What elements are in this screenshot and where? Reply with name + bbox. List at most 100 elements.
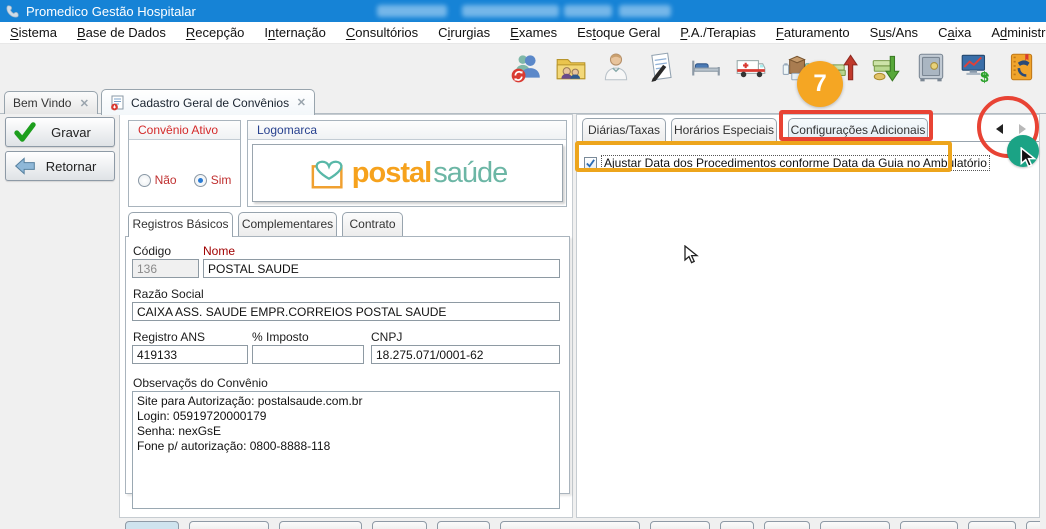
sync-users-icon[interactable] xyxy=(506,47,546,87)
doctor-icon[interactable] xyxy=(596,47,636,87)
bottom-tab[interactable] xyxy=(764,521,810,529)
brand-postal: postal xyxy=(351,156,432,189)
convenio-ativo-title: Convênio Ativo xyxy=(129,121,240,140)
close-icon[interactable] xyxy=(80,97,89,110)
toolbar: $ xyxy=(0,44,1046,89)
app-root: { "titlebar": { "title": "Promedico Gest… xyxy=(0,0,1046,529)
gravar-label: Gravar xyxy=(51,124,91,140)
bottom-tab[interactable] xyxy=(125,521,179,529)
imposto-field[interactable] xyxy=(252,345,364,364)
convenio-form-panel: Convênio Ativo Não Sim Logomarca postal s… xyxy=(119,114,573,518)
menu-item-sistema[interactable]: Sistema xyxy=(0,23,67,42)
nome-field[interactable] xyxy=(203,259,560,278)
radio-sim-label: Sim xyxy=(210,173,232,187)
hospital-bed-icon[interactable] xyxy=(686,47,726,87)
titlebar: Promedico Gestão Hospitalar xyxy=(0,0,1046,22)
ajustar-data-row: Ajustar Data dos Procedimentos conforme … xyxy=(584,155,990,171)
radio-nao-label: Não xyxy=(154,173,177,187)
retornar-label: Retornar xyxy=(45,158,97,174)
tab-configuracoes-adicionais[interactable]: Configurações Adicionais xyxy=(788,118,928,143)
radio-sim[interactable]: Sim xyxy=(193,173,232,187)
close-icon[interactable] xyxy=(297,96,306,109)
menu-item-cirurgias[interactable]: Cirurgias xyxy=(428,23,500,42)
bottom-tab[interactable] xyxy=(437,521,490,529)
tab-registros-basicos[interactable]: Registros Básicos xyxy=(128,212,233,237)
redacted-text xyxy=(377,5,447,17)
observacoes-field[interactable]: Site para Autorização: postalsaude.com.b… xyxy=(132,391,560,509)
logomarca-groupbox: Logomarca postal saúde xyxy=(247,120,567,207)
registro-ans-field[interactable] xyxy=(132,345,248,364)
prescription-icon[interactable] xyxy=(641,47,681,87)
tab-diarias-taxas[interactable]: Diárias/Taxas xyxy=(582,118,666,142)
retornar-button[interactable]: Retornar xyxy=(5,151,115,181)
redacted-text xyxy=(619,5,671,17)
radio-sim-circle[interactable] xyxy=(193,173,207,187)
menu-item-consult-rios[interactable]: Consultórios xyxy=(336,23,428,42)
menu-item-p-a-terapias[interactable]: P.A./Terapias xyxy=(670,23,766,42)
safe-icon[interactable] xyxy=(911,47,951,87)
radio-nao[interactable]: Não xyxy=(137,173,177,187)
redacted-text xyxy=(462,5,559,17)
convenio-ativo-groupbox: Convênio Ativo Não Sim xyxy=(128,120,241,207)
svg-text:$: $ xyxy=(980,69,989,83)
pharmacy-supplies-icon[interactable] xyxy=(776,47,816,87)
ambulance-icon[interactable] xyxy=(731,47,771,87)
razao-social-label: Razão Social xyxy=(133,287,204,301)
bottom-tab[interactable] xyxy=(720,521,754,529)
nome-label: Nome xyxy=(203,244,236,258)
codigo-field xyxy=(132,259,199,278)
bottom-tab[interactable] xyxy=(968,521,1016,529)
payables-down-icon[interactable] xyxy=(866,47,906,87)
bottom-tab[interactable] xyxy=(820,521,890,529)
tab-horarios-especiais[interactable]: Horários Especiais xyxy=(671,118,777,142)
revenue-up-icon[interactable] xyxy=(821,47,861,87)
cnpj-label: CNPJ xyxy=(371,330,403,344)
gravar-button[interactable]: Gravar xyxy=(5,117,115,147)
bottom-tab[interactable] xyxy=(372,521,427,529)
tab-scroll-left-icon[interactable] xyxy=(996,124,1003,134)
menu-item-faturamento[interactable]: Faturamento xyxy=(766,23,860,42)
menu-item-recep-o[interactable]: Recepção xyxy=(176,23,255,42)
tab-complementares[interactable]: Complementares xyxy=(238,212,337,236)
patients-folder-icon[interactable] xyxy=(551,47,591,87)
menu-item-interna-o[interactable]: Internação xyxy=(254,23,335,42)
tab-cadastro-geral-de-convenios[interactable]: Cadastro Geral de Convênios xyxy=(101,89,315,115)
menu-item-exames[interactable]: Exames xyxy=(500,23,567,42)
menu-item-administra-o[interactable]: Administração xyxy=(981,23,1046,42)
bottom-tab[interactable] xyxy=(279,521,362,529)
configuracoes-panel: Diárias/Taxas Horários Especiais Configu… xyxy=(576,114,1040,518)
bottom-tab[interactable] xyxy=(189,521,269,529)
radio-nao-circle[interactable] xyxy=(137,173,151,187)
imposto-label: % Imposto xyxy=(252,330,309,344)
window-title: Promedico Gestão Hospitalar xyxy=(26,3,196,19)
phone-directory-icon[interactable] xyxy=(1001,47,1041,87)
menu-item-estoque-geral[interactable]: Estoque Geral xyxy=(567,23,670,42)
logomarca-image: postal saúde xyxy=(252,144,563,202)
menubar: Sistema Base de Dados Recepção Internação Co… xyxy=(0,22,1046,44)
cnpj-field[interactable] xyxy=(371,345,560,364)
bottom-tab[interactable] xyxy=(500,521,640,529)
registro-ans-label: Registro ANS xyxy=(133,330,206,344)
ajustar-data-checkbox[interactable] xyxy=(584,156,597,170)
bottom-tab[interactable] xyxy=(900,521,958,529)
billing-terminal-icon[interactable]: $ xyxy=(956,47,996,87)
tab-contrato[interactable]: Contrato xyxy=(342,212,403,236)
check-mark-icon xyxy=(586,158,595,168)
tab-scroll-right-icon[interactable] xyxy=(1019,124,1026,134)
razao-social-field[interactable] xyxy=(132,302,560,321)
menu-item-base-de-dados[interactable]: Base de Dados xyxy=(67,23,176,42)
tab-bem-vindo-label: Bem Vindo xyxy=(13,96,72,110)
redacted-text xyxy=(564,5,612,17)
bottom-tab[interactable] xyxy=(650,521,710,529)
back-arrow-icon xyxy=(14,157,35,175)
tab-bem-vindo[interactable]: Bem Vindo xyxy=(4,91,98,114)
codigo-label: Código xyxy=(133,244,172,258)
observacoes-label: Observaçõs do Convênio xyxy=(133,376,268,390)
tab-cadastro-label: Cadastro Geral de Convênios xyxy=(131,95,290,110)
registros-basicos-panel: Código Nome Razão Social Registro ANS % … xyxy=(125,236,570,509)
menu-item-sus-ans[interactable]: Sus/Ans xyxy=(860,23,928,42)
menu-item-caixa[interactable]: Caixa xyxy=(928,23,981,42)
bottom-tab[interactable] xyxy=(1026,521,1040,529)
bottom-tab-strip[interactable] xyxy=(125,521,1040,529)
ajustar-data-label: Ajustar Data dos Procedimentos conforme … xyxy=(601,155,990,171)
